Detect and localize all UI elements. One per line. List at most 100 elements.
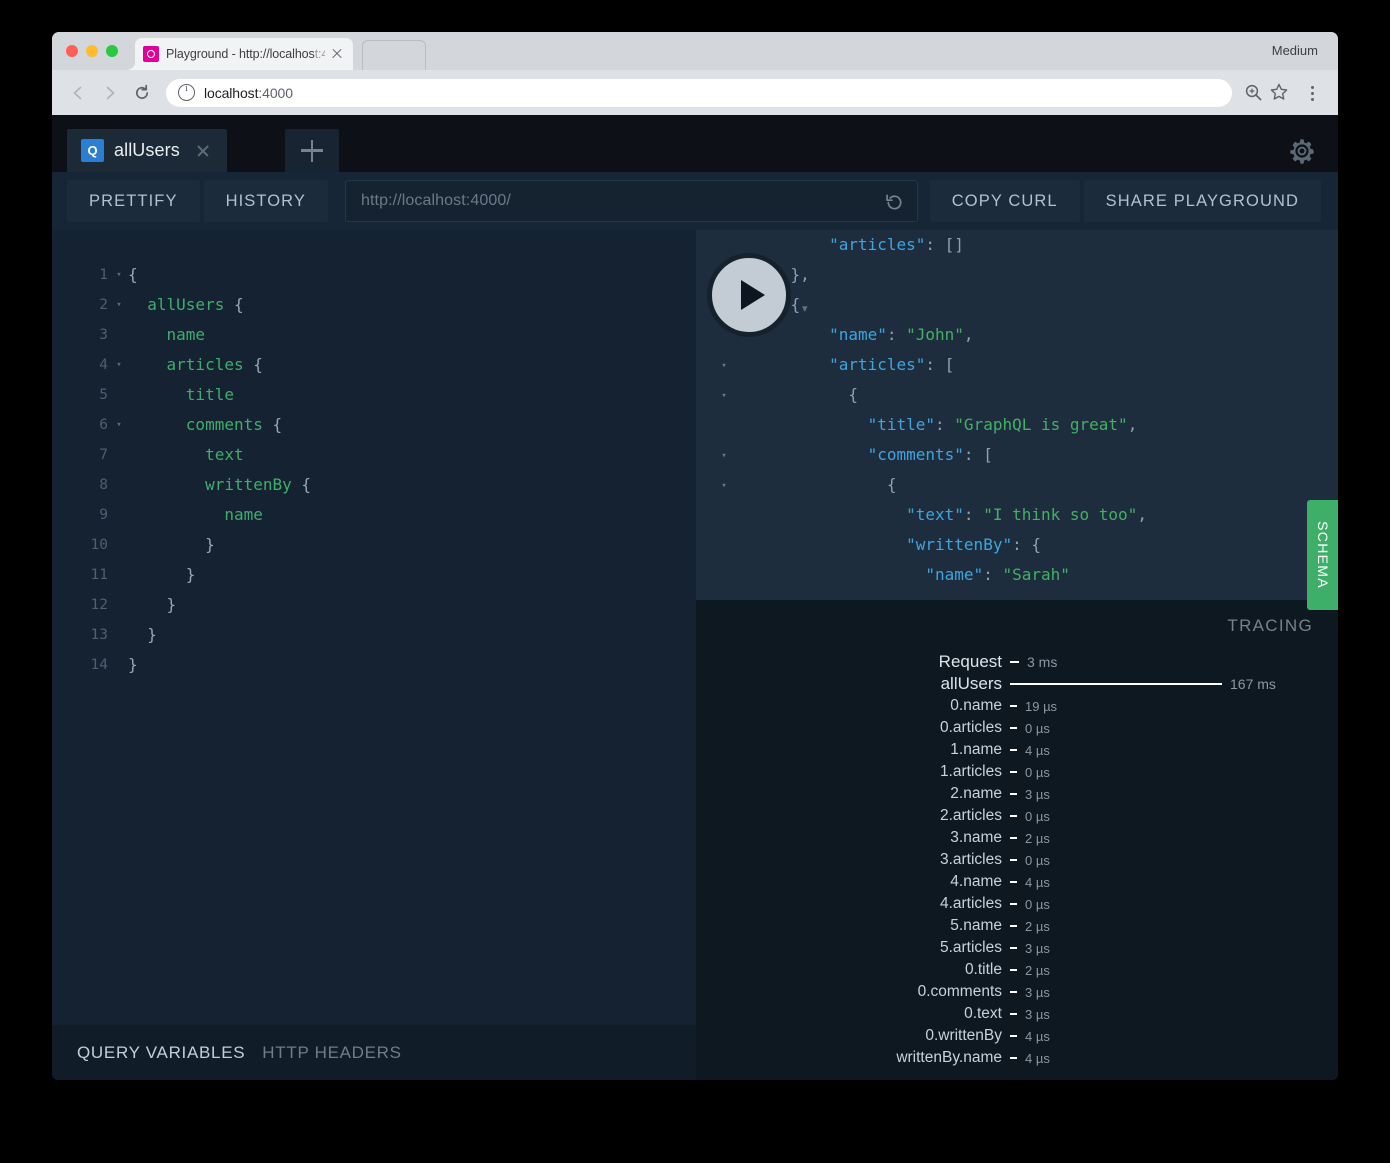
- response-line: "name": "Sarah": [696, 560, 1338, 590]
- share-playground-button[interactable]: SHARE PLAYGROUND: [1084, 180, 1321, 222]
- tracing-row-bar: [1010, 925, 1017, 927]
- tracing-row-bar: [1010, 903, 1017, 905]
- zoom-icon[interactable]: [1242, 81, 1266, 105]
- line-number: 10: [52, 530, 110, 560]
- response-line: "name": "John",: [696, 320, 1338, 350]
- browser-tab-title-truncated: t:4: [315, 47, 325, 61]
- browser-tab-playground[interactable]: Playground - http://localhost:4: [135, 38, 353, 70]
- line-text: }: [128, 620, 157, 650]
- endpoint-url-input[interactable]: http://localhost:4000/: [345, 180, 918, 222]
- response-line-text: "writtenBy": {: [752, 530, 1041, 560]
- fold-toggle-icon[interactable]: ▾: [110, 350, 128, 380]
- minimize-window-button[interactable]: [86, 45, 98, 57]
- session-tab-label: allUsers: [114, 140, 180, 161]
- address-bar[interactable]: localhost:4000: [166, 79, 1232, 107]
- tracing-row: 5.articles3 µs: [696, 937, 1338, 959]
- response-line-text: "articles": [: [752, 350, 954, 380]
- window-traffic-lights: [66, 45, 118, 57]
- tracing-row-bar: [1010, 881, 1017, 883]
- response-fold-toggle-icon[interactable]: ▾: [696, 380, 752, 410]
- fold-toggle-icon[interactable]: ▾: [110, 410, 128, 440]
- tracing-row-duration: 3 µs: [1017, 941, 1050, 956]
- query-variables-bar: QUERY VARIABLES HTTP HEADERS: [52, 1025, 696, 1080]
- new-tab-placeholder[interactable]: [362, 40, 426, 71]
- new-session-tab-button[interactable]: [285, 129, 339, 172]
- tracing-row: Request3 ms: [696, 651, 1338, 673]
- query-editor-code[interactable]: 1▾{2▾ allUsers {3 name4▾ articles {5 tit…: [52, 260, 696, 1025]
- schema-drawer-button[interactable]: SCHEMA: [1307, 500, 1338, 610]
- tracing-row-duration: 3 ms: [1019, 654, 1057, 670]
- execute-dropdown-caret-icon[interactable]: ▾: [802, 302, 808, 315]
- tracing-row-duration: 2 µs: [1017, 831, 1050, 846]
- session-tab-allusers[interactable]: Q allUsers: [67, 129, 227, 172]
- response-line: ▾ {: [696, 380, 1338, 410]
- line-text: }: [128, 530, 215, 560]
- tracing-row-label: writtenBy.name: [696, 1049, 1010, 1067]
- fold-toggle-icon[interactable]: ▾: [110, 290, 128, 320]
- tracing-row-label: 3.name: [696, 829, 1010, 847]
- tracing-row-duration: 3 µs: [1017, 787, 1050, 802]
- browser-toolbar: localhost:4000: [52, 70, 1338, 115]
- window-size-label: Medium: [1272, 43, 1318, 58]
- line-text: text: [128, 440, 244, 470]
- query-editor-line: 12 }: [52, 590, 696, 620]
- line-number: 4: [52, 350, 110, 380]
- response-fold-toggle-icon[interactable]: ▾: [696, 440, 752, 470]
- copy-curl-button[interactable]: COPY CURL: [930, 180, 1080, 222]
- line-number: 2: [52, 290, 110, 320]
- reload-page-button[interactable]: [128, 79, 156, 107]
- query-variables-tab[interactable]: QUERY VARIABLES: [77, 1043, 245, 1063]
- tracing-row-label: 0.articles: [696, 719, 1010, 737]
- tracing-row: 4.name4 µs: [696, 871, 1338, 893]
- reset-endpoint-button[interactable]: [880, 187, 910, 217]
- tracing-row: 1.articles0 µs: [696, 761, 1338, 783]
- tracing-row-label: 2.name: [696, 785, 1010, 803]
- response-line-text: {: [752, 470, 897, 500]
- http-headers-tab[interactable]: HTTP HEADERS: [262, 1043, 401, 1063]
- close-tab-icon[interactable]: [329, 46, 345, 62]
- response-viewer[interactable]: "name": "Jane", "articles": [] },▾ { "na…: [696, 230, 1338, 600]
- query-editor-line: 7 text: [52, 440, 696, 470]
- tracing-row-label: 0.text: [696, 1005, 1010, 1023]
- history-button[interactable]: HISTORY: [204, 180, 328, 222]
- bookmark-star-icon[interactable]: [1268, 81, 1292, 105]
- query-editor-line: 8 writtenBy {: [52, 470, 696, 500]
- tracing-panel: TRACING Request3 msallUsers167 ms0.name1…: [696, 600, 1338, 1080]
- response-line-text: "title": "GraphQL is great",: [752, 410, 1137, 440]
- query-editor-line: 5 title: [52, 380, 696, 410]
- fold-toggle-icon: [110, 620, 128, 650]
- tracing-row-duration: 0 µs: [1017, 721, 1050, 736]
- close-session-tab-icon[interactable]: [196, 144, 210, 158]
- tracing-row: 0.text3 µs: [696, 1003, 1338, 1025]
- tracing-row: 4.articles0 µs: [696, 893, 1338, 915]
- prettify-button[interactable]: PRETTIFY: [67, 180, 200, 222]
- response-line-text: "articles": []: [752, 230, 964, 260]
- site-info-icon[interactable]: [178, 84, 195, 101]
- line-text: title: [128, 380, 234, 410]
- tracing-row: writtenBy.name4 µs: [696, 1047, 1338, 1069]
- tracing-row-bar: [1010, 1057, 1017, 1059]
- execute-query-button[interactable]: [707, 253, 791, 337]
- line-number: 14: [52, 650, 110, 680]
- settings-button[interactable]: [1288, 137, 1316, 165]
- response-fold-toggle-icon[interactable]: ▾: [696, 350, 752, 380]
- tracing-rows: Request3 msallUsers167 ms0.name19 µs0.ar…: [696, 651, 1338, 1069]
- omnibox-actions: [1242, 81, 1292, 105]
- tracing-row-bar: [1010, 815, 1017, 817]
- close-window-button[interactable]: [66, 45, 78, 57]
- tracing-row-bar: [1010, 859, 1017, 861]
- tracing-row: 2.articles0 µs: [696, 805, 1338, 827]
- tracing-row-label: 1.articles: [696, 763, 1010, 781]
- browser-menu-button[interactable]: [1300, 79, 1326, 107]
- forward-button[interactable]: [96, 79, 124, 107]
- back-button[interactable]: [64, 79, 92, 107]
- response-fold-toggle-icon[interactable]: ▾: [696, 470, 752, 500]
- query-editor[interactable]: 1▾{2▾ allUsers {3 name4▾ articles {5 tit…: [52, 230, 696, 1025]
- response-line: ▾ "comments": [: [696, 440, 1338, 470]
- tracing-row: 5.name2 µs: [696, 915, 1338, 937]
- maximize-window-button[interactable]: [106, 45, 118, 57]
- fold-toggle-icon[interactable]: ▾: [110, 260, 128, 290]
- fold-toggle-icon: [110, 320, 128, 350]
- line-number: 9: [52, 500, 110, 530]
- tracing-row-label: 0.name: [696, 697, 1010, 715]
